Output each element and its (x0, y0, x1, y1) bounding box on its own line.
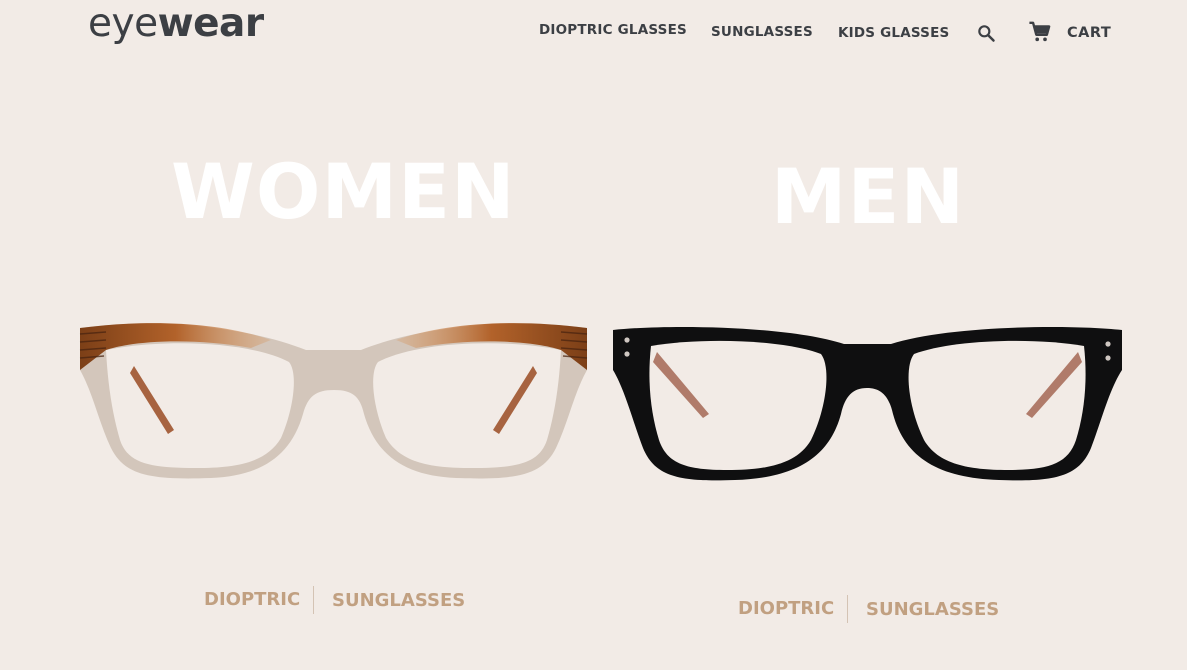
women-links-divider (313, 586, 314, 614)
cart-icon[interactable] (1028, 21, 1051, 43)
women-glasses-image[interactable] (76, 318, 591, 488)
women-sunglasses-link[interactable]: SUNGLASSES (332, 587, 465, 615)
men-dioptric-link[interactable]: DIOPTRIC (738, 595, 834, 623)
cart-link[interactable]: CART (1067, 23, 1111, 43)
women-dioptric-link[interactable]: DIOPTRIC (204, 586, 300, 614)
women-links: DIOPTRIC SUNGLASSES (204, 586, 465, 616)
men-links: DIOPTRIC SUNGLASSES (738, 595, 999, 625)
men-links-divider (847, 595, 848, 623)
logo-text-light: eye (88, 1, 158, 46)
nav-dioptric-glasses[interactable]: DIOPTRIC GLASSES (539, 20, 687, 40)
logo[interactable]: eyewear (88, 0, 264, 50)
women-title[interactable]: WOMEN (171, 152, 515, 232)
nav-kids-glasses[interactable]: KIDS GLASSES (838, 23, 949, 43)
nav-sunglasses[interactable]: SUNGLASSES (711, 22, 813, 42)
men-title[interactable]: MEN (746, 157, 990, 237)
search-icon[interactable] (976, 23, 996, 43)
logo-text-bold: wear (157, 1, 265, 46)
men-glasses-image[interactable] (609, 322, 1126, 487)
men-sunglasses-link[interactable]: SUNGLASSES (866, 596, 999, 624)
